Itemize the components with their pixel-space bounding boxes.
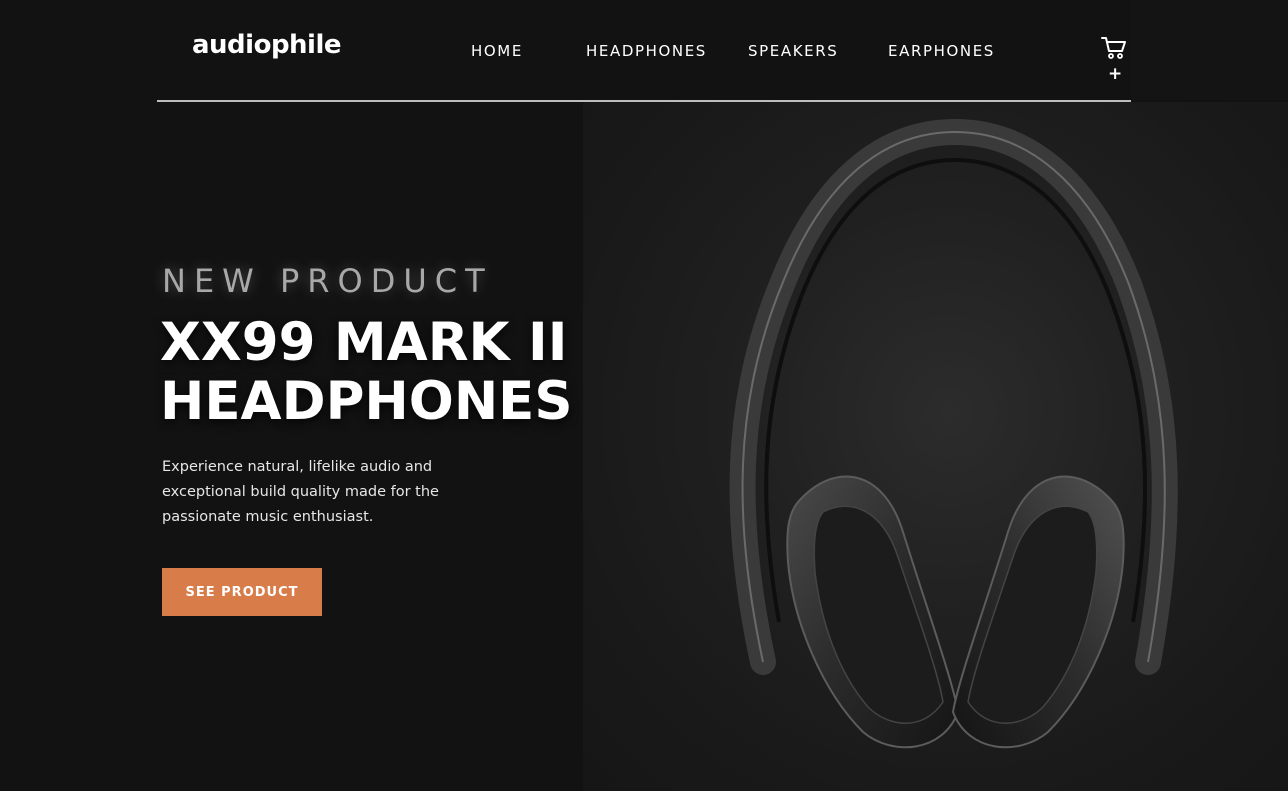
nav-item-earphones[interactable]: EARPHONES xyxy=(888,42,995,60)
hero-description: Experience natural, lifelike audio and e… xyxy=(162,459,439,525)
see-product-button[interactable]: SEE PRODUCT xyxy=(162,568,322,616)
cart-add-icon: + xyxy=(1108,64,1123,84)
cart-button[interactable]: + xyxy=(1101,36,1131,86)
nav-item-headphones[interactable]: HEADPHONES xyxy=(586,42,707,60)
cart-icon xyxy=(1101,37,1126,59)
nav-item-home[interactable]: HOME xyxy=(471,42,523,60)
hero-title-line1: XX99 MARK II xyxy=(160,312,568,373)
hero-eyebrow: NEW PRODUCT xyxy=(162,262,493,300)
site-header: audiophile HOME HEADPHONES SPEAKERS EARP… xyxy=(157,0,1131,102)
hero-title-line2: HEADPHONES xyxy=(160,371,573,432)
hero-title: XX99 MARK II HEADPHONES xyxy=(160,313,573,431)
main-nav: HOME HEADPHONES SPEAKERS EARPHONES xyxy=(157,0,1131,100)
headphones-image xyxy=(583,102,1288,791)
topbar-background xyxy=(1131,0,1288,100)
nav-item-speakers[interactable]: SPEAKERS xyxy=(748,42,838,60)
